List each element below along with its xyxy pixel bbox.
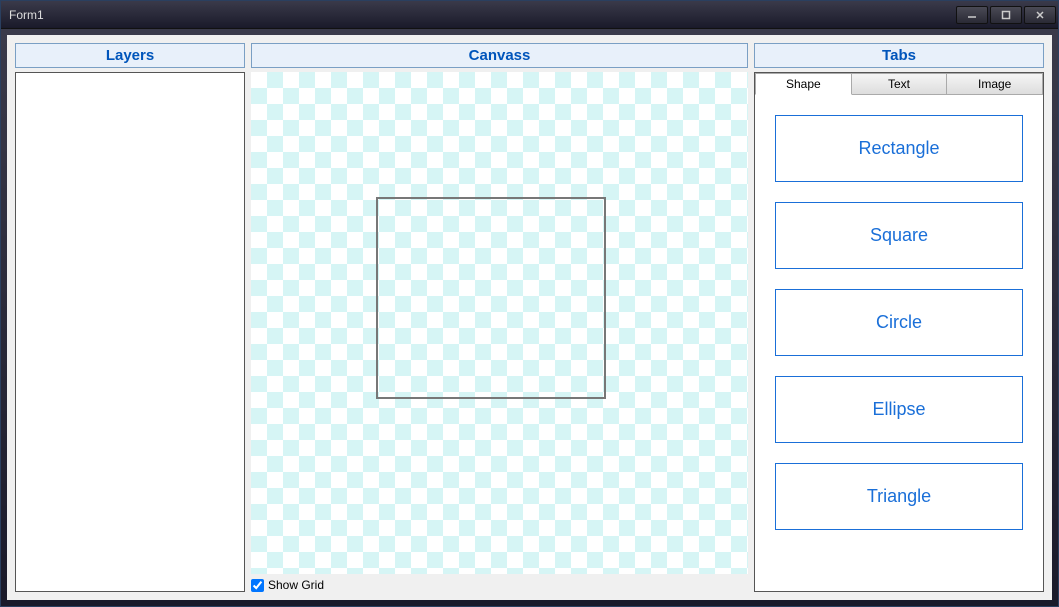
titlebar[interactable]: Form1 [1, 1, 1058, 29]
canvas-panel: Canvass Show Grid [251, 43, 748, 592]
maximize-button[interactable] [990, 6, 1022, 24]
layers-list[interactable] [15, 72, 245, 592]
tabs-panel: Tabs Shape Text Image Rectangle Square C… [754, 43, 1044, 592]
tab-image[interactable]: Image [946, 73, 1043, 94]
canvas-footer: Show Grid [251, 574, 748, 592]
tab-content-shape: Rectangle Square Circle Ellipse Triangle [755, 95, 1043, 591]
client-area: Layers Canvass Show Grid Tabs Shape [1, 29, 1058, 606]
triangle-button[interactable]: Triangle [775, 463, 1023, 530]
layers-panel: Layers [15, 43, 245, 592]
minimize-icon [967, 10, 977, 20]
ellipse-button[interactable]: Ellipse [775, 376, 1023, 443]
main-window: Form1 Layers Canvass [0, 0, 1059, 607]
square-button[interactable]: Square [775, 202, 1023, 269]
rectangle-button[interactable]: Rectangle [775, 115, 1023, 182]
layers-header: Layers [15, 43, 245, 68]
show-grid-checkbox[interactable] [251, 579, 264, 592]
canvas-header: Canvass [251, 43, 748, 68]
minimize-button[interactable] [956, 6, 988, 24]
tab-strip: Shape Text Image [755, 73, 1043, 95]
close-icon [1035, 10, 1045, 20]
maximize-icon [1001, 10, 1011, 20]
tabs-header: Tabs [754, 43, 1044, 68]
canvas-area: Show Grid [251, 72, 748, 592]
tab-shape[interactable]: Shape [755, 73, 852, 95]
close-button[interactable] [1024, 6, 1056, 24]
tab-text[interactable]: Text [851, 73, 948, 94]
window-controls [956, 6, 1056, 24]
tabs-body: Shape Text Image Rectangle Square Circle… [754, 72, 1044, 592]
canvas-shape-rectangle[interactable] [376, 197, 606, 399]
circle-button[interactable]: Circle [775, 289, 1023, 356]
window-title: Form1 [9, 8, 44, 22]
canvas-surface[interactable] [251, 72, 748, 574]
show-grid-label: Show Grid [268, 578, 324, 592]
